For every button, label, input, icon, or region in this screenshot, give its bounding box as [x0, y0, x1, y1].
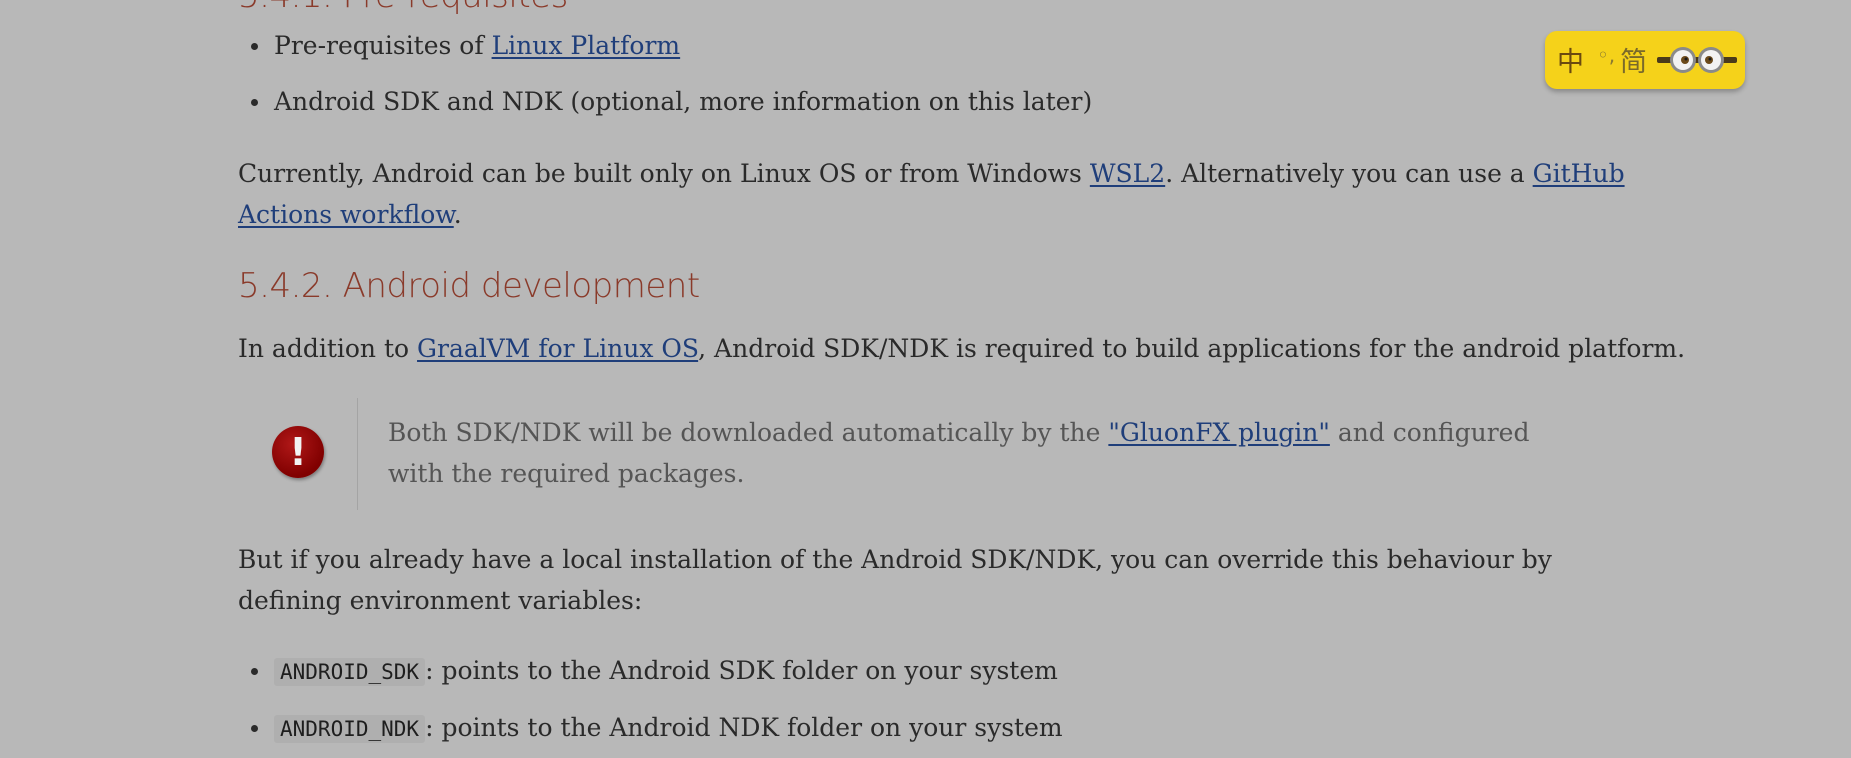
list-item: Pre-requisites of Linux Platform: [238, 28, 1638, 64]
goggles-icon[interactable]: [1657, 45, 1737, 75]
section-heading-android-development: 5.4.2. Android development: [238, 266, 700, 306]
list-item-text: Pre-requisites of: [274, 31, 492, 60]
prereq-list: Pre-requisites of Linux Platform Android…: [238, 28, 1638, 120]
chinese-mode-label[interactable]: 中: [1557, 40, 1584, 79]
android-dev-heading-container: 5.4.2. Android development: [238, 266, 700, 306]
paragraph-text: .: [453, 200, 462, 229]
android-dev-paragraph: In addition to GraalVM for Linux OS, And…: [238, 328, 1685, 369]
warning-admonition: ! Both SDK/NDK will be downloaded automa…: [238, 398, 1638, 510]
paragraph-text: . Alternatively you can use a: [1165, 159, 1533, 188]
android-dev-paragraph-container: In addition to GraalVM for Linux OS, And…: [238, 328, 1685, 369]
graalvm-linux-link[interactable]: GraalVM for Linux OS: [417, 334, 698, 363]
list-item: Android SDK and NDK (optional, more info…: [238, 84, 1638, 120]
env-var-list: ANDROID_SDK: points to the Android SDK f…: [238, 653, 1638, 747]
list-item-text: : points to the Android NDK folder on yo…: [425, 713, 1063, 742]
override-paragraph-container: But if you already have a local installa…: [238, 539, 1638, 621]
admonition-text: Both SDK/NDK will be downloaded automati…: [388, 412, 1588, 494]
list-item-text: Android SDK and NDK (optional, more info…: [274, 87, 1093, 116]
android-sdk-code: ANDROID_SDK: [274, 658, 426, 686]
simplified-mode-label[interactable]: 简: [1620, 40, 1647, 79]
override-paragraph: But if you already have a local installa…: [238, 545, 1552, 615]
wsl2-link[interactable]: WSL2: [1090, 159, 1165, 188]
paragraph-text: , Android SDK/NDK is required to build a…: [698, 334, 1686, 363]
linux-platform-link[interactable]: Linux Platform: [492, 31, 681, 60]
android-ndk-code: ANDROID_NDK: [274, 715, 426, 743]
punctuation-mode-label[interactable]: ◦,: [1597, 43, 1615, 67]
platform-paragraph: Currently, Android can be built only on …: [238, 153, 1658, 235]
paragraph-text: Currently, Android can be built only on …: [238, 159, 1090, 188]
env-list-container: ANDROID_SDK: points to the Android SDK f…: [238, 653, 1638, 747]
admonition-text-part: Both SDK/NDK will be downloaded automati…: [388, 418, 1109, 447]
prereq-list-container: Pre-requisites of Linux Platform Android…: [238, 28, 1638, 120]
translate-widget[interactable]: 中 ◦, 简: [1545, 31, 1745, 89]
section-heading-prerequisites: 5.4.1. Pre-requisites: [238, 0, 568, 16]
list-item: ANDROID_SDK: points to the Android SDK f…: [238, 653, 1638, 690]
gluonfx-plugin-link[interactable]: "GluonFX plugin": [1108, 418, 1330, 447]
warning-icon: !: [272, 426, 324, 478]
list-item: ANDROID_NDK: points to the Android NDK f…: [238, 710, 1638, 747]
paragraph-text: In addition to: [238, 334, 418, 363]
platform-paragraph-container: Currently, Android can be built only on …: [238, 153, 1658, 235]
list-item-text: : points to the Android SDK folder on yo…: [425, 656, 1058, 685]
admonition-divider: [357, 398, 358, 510]
